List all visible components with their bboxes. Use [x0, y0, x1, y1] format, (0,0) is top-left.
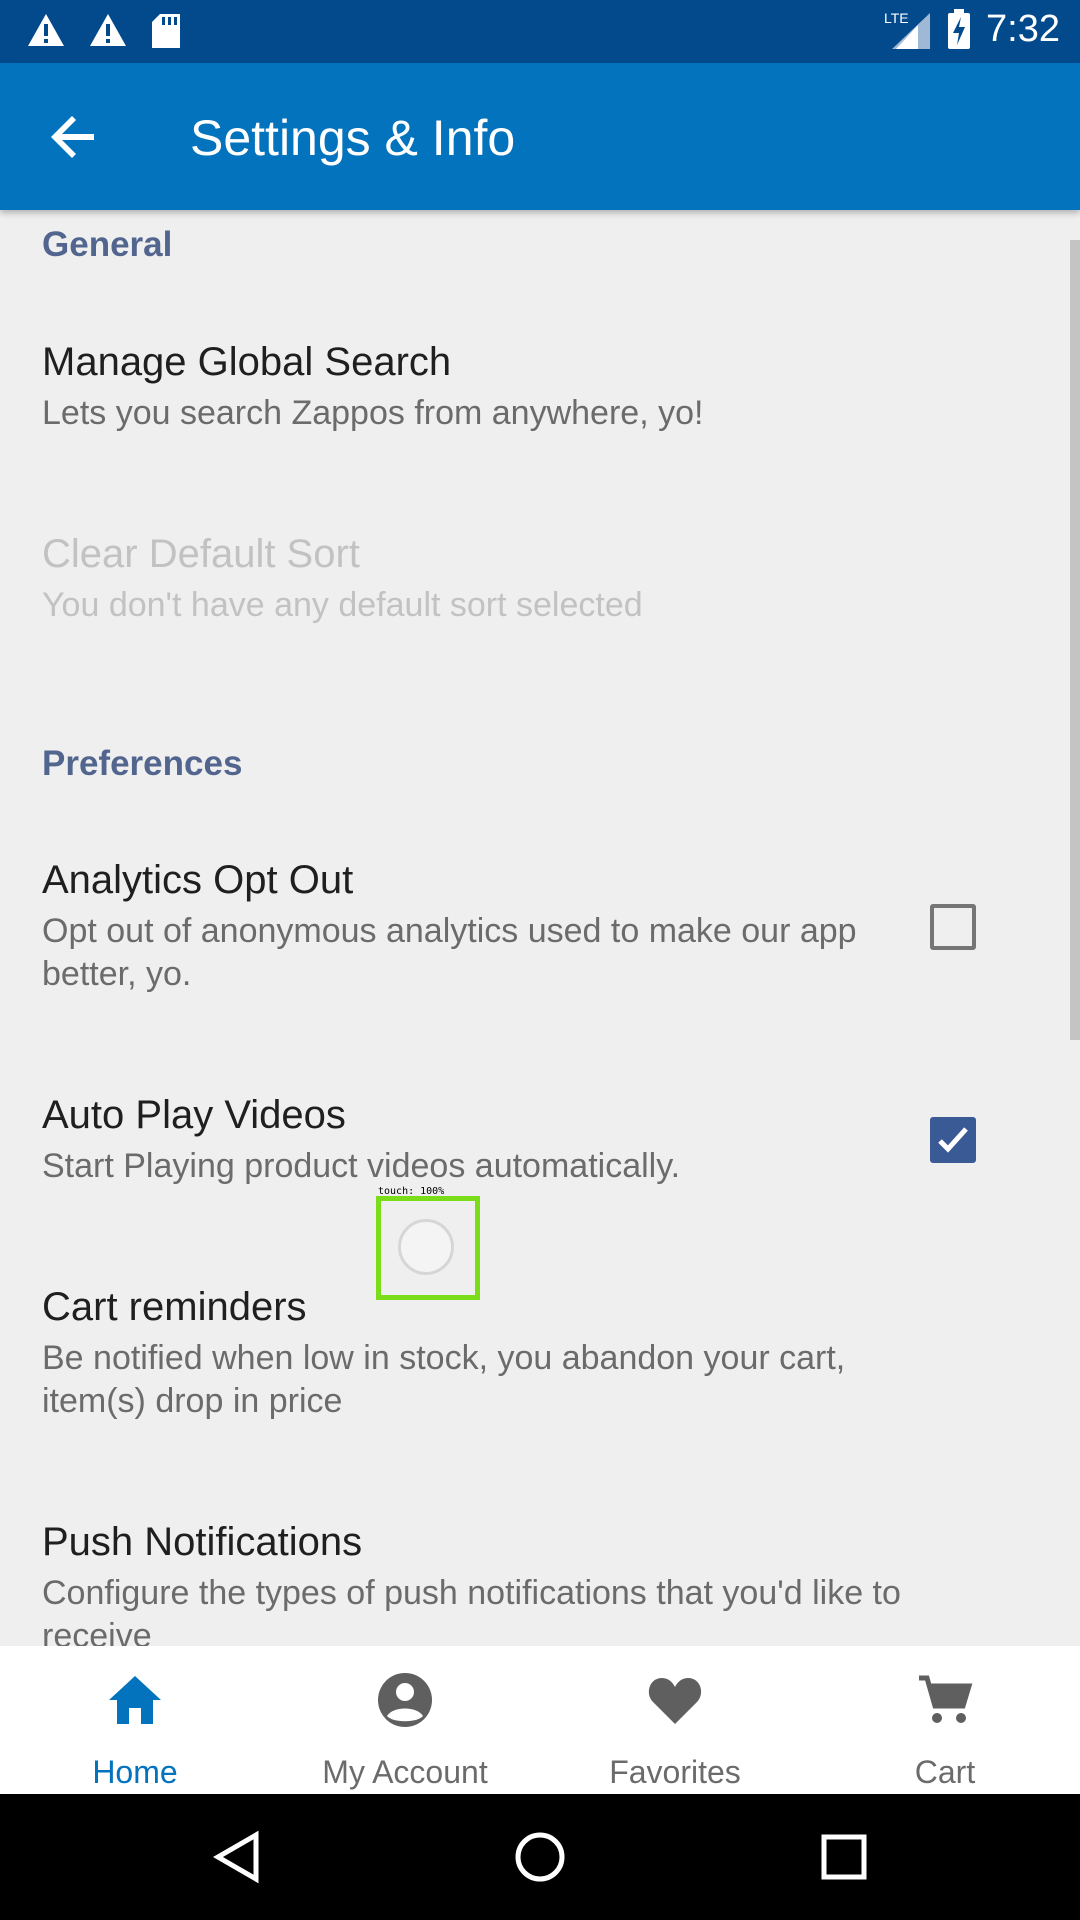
- system-nav-bar: [0, 1794, 1080, 1920]
- system-back-icon[interactable]: [208, 1827, 268, 1887]
- home-icon: [109, 1676, 161, 1724]
- cart-icon: [919, 1675, 973, 1723]
- pref-summary: Opt out of anonymous analytics used to m…: [42, 912, 857, 993]
- svg-text:LTE: LTE: [884, 10, 909, 26]
- pref-clear-default-sort: Clear Default Sort You don't have any de…: [42, 530, 922, 627]
- pref-auto-play-videos[interactable]: Auto Play Videos Start Playing product v…: [42, 1091, 882, 1188]
- nav-label: Favorites: [609, 1754, 741, 1790]
- account-icon: [378, 1673, 432, 1727]
- system-home-icon[interactable]: [510, 1827, 570, 1887]
- warning-icon: [90, 14, 126, 46]
- analytics-opt-out-checkbox[interactable]: [930, 904, 976, 950]
- warning-icon: [28, 14, 64, 46]
- status-time: 7:32: [986, 8, 1060, 50]
- nav-label: Cart: [914, 1754, 976, 1790]
- back-arrow-icon: [51, 116, 94, 158]
- checkmark-icon: [938, 1127, 968, 1153]
- nav-label: Home: [92, 1754, 178, 1790]
- pref-title: Push Notifications: [42, 1520, 363, 1564]
- pref-cart-reminders[interactable]: Cart reminders Be notified when low in s…: [42, 1283, 922, 1423]
- system-recents-icon[interactable]: [814, 1827, 874, 1887]
- nav-label: My Account: [322, 1754, 488, 1790]
- pref-title: Manage Global Search: [42, 340, 452, 384]
- pref-summary: You don't have any default sort selected: [42, 586, 643, 624]
- nav-cart[interactable]: Cart: [810, 1646, 1080, 1794]
- lte-signal-icon: LTE: [884, 10, 931, 49]
- pref-title: Analytics Opt Out: [42, 858, 354, 902]
- pref-push-notifications[interactable]: Push Notifications Configure the types o…: [42, 1518, 922, 1646]
- scrollbar[interactable]: [1070, 240, 1080, 1040]
- heart-icon: [648, 1678, 702, 1724]
- auto-play-videos-checkbox[interactable]: [930, 1117, 976, 1163]
- nav-home[interactable]: Home: [0, 1646, 270, 1794]
- status-bar: LTE 7:32: [0, 0, 1080, 63]
- pref-summary: Start Playing product videos automatical…: [42, 1147, 681, 1185]
- sd-card-icon: [152, 14, 180, 48]
- pref-summary: Be notified when low in stock, you aband…: [42, 1339, 846, 1420]
- nav-my-account[interactable]: My Account: [270, 1646, 540, 1794]
- back-button[interactable]: [44, 107, 104, 167]
- battery-charging-icon: [948, 8, 971, 49]
- section-header-general: General: [42, 225, 173, 264]
- nav-favorites[interactable]: Favorites: [540, 1646, 810, 1794]
- section-header-preferences: Preferences: [42, 744, 243, 783]
- app-bar: Settings & Info: [0, 63, 1080, 210]
- touch-point: [398, 1219, 454, 1275]
- pref-summary: Lets you search Zappos from anywhere, yo…: [42, 394, 704, 432]
- pref-title: Cart reminders: [42, 1285, 307, 1329]
- pref-manage-global-search[interactable]: Manage Global Search Lets you search Zap…: [42, 338, 922, 435]
- pref-title: Clear Default Sort: [42, 532, 360, 576]
- pref-analytics-opt-out[interactable]: Analytics Opt Out Opt out of anonymous a…: [42, 856, 882, 996]
- pref-title: Auto Play Videos: [42, 1093, 346, 1137]
- settings-list[interactable]: General Manage Global Search Lets you se…: [0, 210, 1080, 1646]
- bottom-nav: Home My Account Favorites Cart: [0, 1646, 1080, 1794]
- page-title: Settings & Info: [190, 110, 516, 166]
- pref-summary: Configure the types of push notification…: [42, 1574, 901, 1646]
